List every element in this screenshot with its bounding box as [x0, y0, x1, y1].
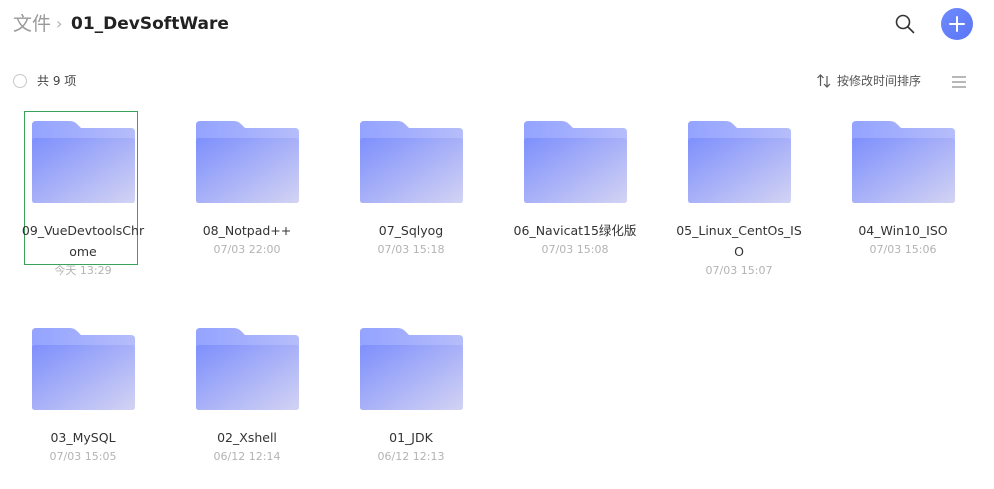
folder-name: 08_Notpad++ [202, 223, 292, 238]
list-view-icon [952, 76, 966, 88]
folder-date: 07/03 15:05 [49, 450, 117, 463]
folder-date: 07/03 15:06 [869, 243, 937, 256]
search-button[interactable] [893, 12, 917, 36]
folder-icon [32, 121, 135, 203]
folder-date: 07/03 15:08 [541, 243, 609, 256]
breadcrumb-root[interactable]: 文件 [13, 12, 51, 36]
folder-icon [196, 328, 299, 410]
sort-arrows-icon [817, 74, 831, 88]
breadcrumb-separator: › [56, 14, 63, 33]
select-all-checkbox[interactable] [13, 74, 27, 88]
folder-name: 04_Win10_ISO [858, 223, 948, 238]
folder-date: 07/03 15:18 [377, 243, 445, 256]
folder-name: 06_Navicat15绿化版 [513, 223, 637, 238]
folder-name: 05_Linux_CentOs_ISO [676, 223, 802, 259]
header: 文件 › 01_DevSoftWare [0, 0, 994, 50]
folder-name: 03_MySQL [50, 430, 116, 445]
folder-icon [32, 328, 135, 410]
folder-name: 02_Xshell [217, 430, 277, 445]
folder-date: 07/03 15:07 [705, 264, 773, 277]
folder-name: 07_Sqlyog [378, 223, 444, 238]
folder-icon [360, 328, 463, 410]
folder-icon [688, 121, 791, 203]
folder-date: 07/03 22:00 [213, 243, 281, 256]
folder-icon [360, 121, 463, 203]
folder-name: 09_VueDevtoolsChrome [21, 223, 145, 259]
toolbar: 共 9 项 按修改时间排序 [0, 68, 994, 96]
search-icon [895, 14, 915, 34]
add-button[interactable] [941, 8, 973, 40]
folder-icon [524, 121, 627, 203]
plus-icon [949, 16, 965, 32]
folder-date: 06/12 12:14 [213, 450, 281, 463]
folder-date: 06/12 12:13 [377, 450, 445, 463]
folder-name: 01_JDK [389, 430, 433, 445]
folder-icon [196, 121, 299, 203]
item-count: 共 9 项 [37, 74, 77, 88]
sort-label: 按修改时间排序 [837, 74, 922, 88]
file-browser-page: 文件 › 01_DevSoftWare 共 9 项 按修改时间排序 09_Vue… [0, 0, 994, 489]
folder-icon [852, 121, 955, 203]
breadcrumb-current: 01_DevSoftWare [71, 14, 229, 34]
view-toggle-button[interactable] [951, 74, 967, 88]
folder-date: 今天 13:29 [54, 264, 112, 277]
